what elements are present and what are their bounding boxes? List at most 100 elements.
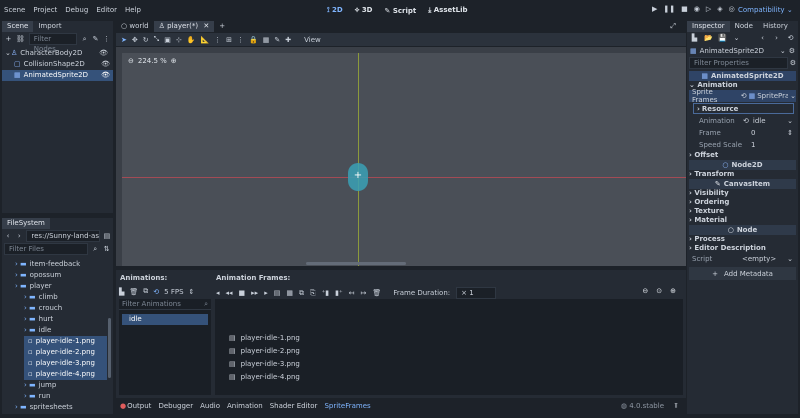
tab-filesystem[interactable]: FileSystem: [2, 218, 50, 229]
pause-icon[interactable]: ❚❚: [663, 5, 675, 13]
frame-item[interactable]: ▤ player-idle-2.png: [229, 344, 300, 357]
smart-snap-icon[interactable]: ⋮: [214, 36, 221, 44]
section-transform[interactable]: › Transform: [689, 170, 796, 179]
pan-tool-icon[interactable]: ✋: [187, 36, 196, 44]
node-pivot-icon[interactable]: +: [353, 171, 363, 181]
folder-item[interactable]: › ▬ jump: [2, 380, 113, 391]
zoom-in-icon[interactable]: ⊕: [171, 57, 177, 65]
split-view-icon[interactable]: ▤: [103, 232, 111, 241]
forward-icon[interactable]: ›: [772, 34, 781, 43]
zoom-in-icon[interactable]: ⊕: [670, 287, 676, 295]
tab-player[interactable]: ♙ player(*) ✕: [153, 21, 215, 32]
property-frame[interactable]: Frame 0 ⇕: [689, 127, 796, 139]
section-offset[interactable]: › Offset: [689, 151, 796, 160]
play-backwards-start-icon[interactable]: ◂: [216, 289, 220, 297]
reset-icon[interactable]: ⟲: [741, 92, 747, 100]
back-icon[interactable]: ‹: [758, 34, 767, 43]
chevron-down-icon[interactable]: ⌄: [790, 92, 796, 100]
tab-debugger[interactable]: Debugger: [158, 402, 193, 410]
folder-item[interactable]: › ▬ item-feedback: [2, 259, 113, 270]
add-node-icon[interactable]: +: [5, 35, 12, 44]
tab-inspector[interactable]: Inspector: [687, 21, 730, 32]
folder-item[interactable]: › ▬ opossum: [2, 270, 113, 281]
rotate-tool-icon[interactable]: ↻: [143, 36, 149, 44]
group-icon[interactable]: ▦: [263, 36, 270, 44]
fps-field[interactable]: 5 FPS: [164, 288, 183, 296]
animation-item-idle[interactable]: idle: [122, 314, 208, 325]
add-from-sheet-icon[interactable]: ▦: [286, 289, 293, 297]
expand-panel-icon[interactable]: ⫪: [674, 402, 678, 411]
grid-snap-icon[interactable]: ⊞: [226, 36, 232, 44]
section-editor-description[interactable]: › Editor Description: [689, 244, 796, 253]
move-tool-icon[interactable]: ✥: [132, 36, 138, 44]
filter-files-input[interactable]: Filter Files: [4, 243, 88, 255]
delete-frame-icon[interactable]: 🗑: [372, 289, 381, 297]
folder-item[interactable]: › ▬ climb: [2, 292, 113, 303]
view-menu[interactable]: View: [304, 36, 321, 44]
object-selector[interactable]: ▦ AnimatedSprite2D ⌄ ⚙: [687, 45, 798, 56]
filter-properties-input[interactable]: Filter Properties: [689, 57, 788, 69]
section-process[interactable]: › Process: [689, 235, 796, 244]
menu-help[interactable]: Help: [125, 6, 141, 14]
file-item[interactable]: ▫ player-idle-3.png: [24, 358, 107, 369]
play-backwards-icon[interactable]: ◂◂: [226, 289, 233, 297]
loop-icon[interactable]: ⟲: [153, 288, 159, 296]
new-resource-icon[interactable]: ▙: [690, 34, 699, 43]
folder-item[interactable]: › ▬ run: [2, 391, 113, 402]
tab-world[interactable]: ○ world: [116, 21, 154, 32]
filter-animations-input[interactable]: Filter Animations ⌕: [119, 299, 211, 310]
mode-script-button[interactable]: ✎ Script: [385, 7, 417, 15]
canvas-viewport[interactable]: ⊖ 224.5 % ⊕ +: [116, 47, 686, 266]
back-icon[interactable]: ‹: [4, 232, 12, 241]
select-tool-icon[interactable]: ➤: [121, 36, 127, 44]
close-icon[interactable]: ✕: [203, 22, 209, 30]
resource-menu-icon[interactable]: ⌄: [732, 34, 741, 43]
camera-icon[interactable]: ✚: [285, 36, 291, 44]
tab-import[interactable]: Import: [33, 21, 66, 32]
file-item[interactable]: ▫ player-idle-2.png: [24, 347, 107, 358]
frame-duration-input[interactable]: × 1: [456, 287, 497, 299]
property-animation[interactable]: Animation ⟲ idle ⌄: [689, 115, 796, 127]
horizontal-scrollbar[interactable]: [306, 262, 406, 265]
search-icon[interactable]: ⌕: [81, 35, 88, 44]
link-icon[interactable]: ⛓: [16, 35, 25, 44]
play-icon[interactable]: ▶: [652, 5, 657, 13]
insert-before-icon[interactable]: ⁺▮: [322, 289, 330, 297]
tools-icon[interactable]: ⚙: [789, 47, 795, 55]
sprite-frames-property[interactable]: Sprite Frames ⟲ ▦ SpritePra ⌄: [689, 88, 796, 104]
stop-icon[interactable]: ■: [681, 5, 688, 13]
insert-after-icon[interactable]: ▮⁺: [335, 289, 343, 297]
copy-icon[interactable]: ⧉: [299, 289, 304, 298]
move-left-icon[interactable]: ↤: [349, 289, 355, 297]
menu-editor[interactable]: Editor: [96, 6, 117, 14]
menu-project[interactable]: Project: [33, 6, 57, 14]
folder-item[interactable]: › ▬ idle: [2, 325, 113, 336]
mode-assetlib-button[interactable]: ⤓ AssetLib: [428, 6, 467, 15]
pivot-icon[interactable]: ⊹: [176, 36, 182, 44]
play-start-icon[interactable]: ▸: [264, 289, 268, 297]
zoom-out-icon[interactable]: ⊖: [642, 287, 648, 295]
move-right-icon[interactable]: ↦: [361, 289, 367, 297]
zoom-label[interactable]: 224.5 %: [138, 57, 167, 65]
movie-icon[interactable]: ◎: [729, 5, 735, 13]
lock-icon[interactable]: 🔒: [249, 36, 258, 44]
section-material[interactable]: › Material: [689, 216, 796, 225]
property-script[interactable]: Script <empty> ⌄: [689, 253, 796, 265]
more-icon[interactable]: ⋮: [237, 36, 244, 44]
file-item[interactable]: ▫ player-idle-4.png: [24, 369, 107, 380]
save-resource-icon[interactable]: 💾: [718, 34, 727, 43]
forward-icon[interactable]: ›: [15, 232, 23, 241]
frame-item[interactable]: ▤ player-idle-1.png: [229, 331, 300, 344]
zoom-out-icon[interactable]: ⊖: [128, 57, 134, 65]
menu-dots-icon[interactable]: ⋮: [103, 35, 110, 44]
tab-animation[interactable]: Animation: [227, 402, 263, 410]
tab-node[interactable]: Node: [730, 21, 758, 32]
tree-node-collisionshape2d[interactable]: ▢ CollisionShape2D 👁: [2, 59, 113, 70]
visibility-icon[interactable]: 👁: [99, 48, 108, 59]
spinner-icon[interactable]: ⇕: [189, 288, 195, 296]
tree-node-characterbody2d[interactable]: ⌄ ♙ CharacterBody2D 👁: [2, 48, 113, 59]
property-speed-scale[interactable]: Speed Scale 1: [689, 139, 796, 151]
frame-item[interactable]: ▤ player-idle-4.png: [229, 370, 300, 383]
load-resource-icon[interactable]: 📂: [704, 34, 713, 43]
folder-item[interactable]: › ▬ player: [2, 281, 113, 292]
